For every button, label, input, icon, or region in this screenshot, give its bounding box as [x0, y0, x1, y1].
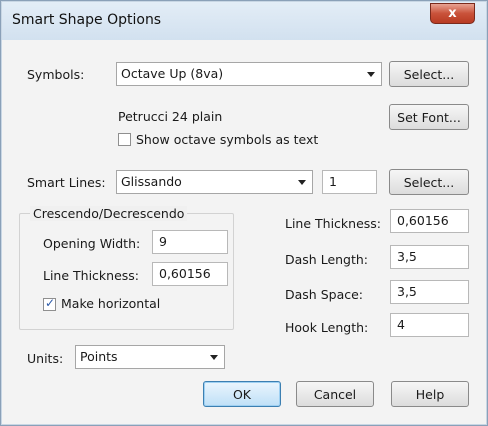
set-font-label: Set Font... [397, 109, 461, 125]
chevron-down-icon [367, 72, 375, 77]
smart-lines-select-button[interactable]: Select... [389, 169, 469, 195]
title-bar[interactable]: Smart Shape Options x [2, 2, 486, 40]
dash-length-field[interactable]: 3,5 [390, 245, 469, 269]
smart-lines-number-value: 1 [329, 174, 337, 189]
units-label: Units: [27, 351, 64, 366]
units-dropdown[interactable]: Points [75, 345, 225, 369]
smart-lines-select-label: Select... [403, 174, 455, 190]
line-thickness-field[interactable]: 0,60156 [390, 209, 469, 233]
hook-length-label: Hook Length: [285, 320, 369, 335]
symbols-dropdown[interactable]: Octave Up (8va) [116, 62, 382, 86]
line-thickness-label: Line Thickness: [285, 216, 382, 231]
dash-length-value: 3,5 [397, 249, 417, 264]
window-title: Smart Shape Options [12, 12, 162, 28]
smart-lines-dropdown[interactable]: Glissando [116, 170, 313, 194]
make-horizontal-label: Make horizontal [61, 296, 161, 311]
dash-space-field[interactable]: 3,5 [390, 280, 469, 304]
units-selected: Points [80, 349, 118, 364]
smart-lines-label: Smart Lines: [27, 175, 106, 190]
cresc-line-thickness-field[interactable]: 0,60156 [152, 262, 228, 286]
dash-length-label: Dash Length: [285, 252, 369, 267]
crescendo-group-label: Crescendo/Decrescendo [30, 206, 188, 221]
symbols-select-label: Select... [403, 66, 455, 82]
show-octave-label: Show octave symbols as text [136, 132, 319, 147]
cancel-button[interactable]: Cancel [296, 381, 374, 407]
dash-space-label: Dash Space: [285, 287, 363, 302]
make-horizontal-checkbox[interactable] [43, 296, 56, 311]
opening-width-label: Opening Width: [43, 236, 141, 251]
help-button[interactable]: Help [391, 381, 469, 407]
symbols-select-button[interactable]: Select... [389, 61, 469, 87]
symbols-selected: Octave Up (8va) [121, 66, 224, 81]
chevron-down-icon [298, 180, 306, 185]
show-octave-checkbox[interactable] [118, 133, 131, 146]
opening-width-field[interactable]: 9 [152, 230, 228, 254]
hook-length-field[interactable]: 4 [390, 313, 469, 337]
set-font-button[interactable]: Set Font... [389, 104, 469, 130]
font-description: Petrucci 24 plain [118, 109, 223, 124]
hook-length-value: 4 [397, 317, 405, 332]
close-icon: x [448, 6, 457, 21]
close-button[interactable]: x [430, 3, 475, 24]
smart-lines-number-field[interactable]: 1 [322, 170, 377, 194]
chevron-down-icon [210, 355, 218, 360]
dash-space-value: 3,5 [397, 284, 417, 299]
cancel-label: Cancel [313, 386, 357, 402]
help-label: Help [415, 386, 445, 402]
ok-label: OK [232, 386, 252, 402]
symbols-label: Symbols: [27, 67, 85, 82]
smart-lines-selected: Glissando [121, 174, 182, 189]
cresc-line-thickness-label: Line Thickness: [43, 268, 140, 283]
line-thickness-value: 0,60156 [397, 213, 449, 228]
cresc-line-thickness-value: 0,60156 [159, 266, 211, 281]
ok-button[interactable]: OK [203, 381, 281, 407]
opening-width-value: 9 [159, 234, 167, 249]
